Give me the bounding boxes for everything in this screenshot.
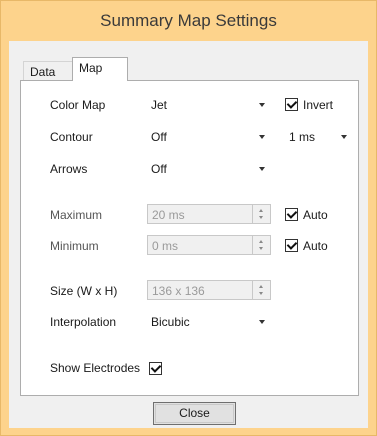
size-spinbox[interactable]: 136 x 136 [147,280,271,300]
size-label: Size (W x H) [50,284,118,298]
minimum-auto-checkbox[interactable] [285,239,298,252]
size-value: 136 x 136 [152,284,205,298]
show-electrodes-label: Show Electrodes [50,361,141,375]
arrows-value: Off [151,162,167,176]
chevron-down-icon [259,135,265,139]
color-map-dropdown[interactable]: Jet [147,95,271,115]
chevron-down-icon [259,167,265,171]
tab-data[interactable]: Data [23,61,73,80]
spin-down-icon [259,247,263,250]
show-electrodes-checkbox[interactable] [149,362,162,375]
spin-up-icon [259,285,263,288]
contour-dropdown[interactable]: Off [147,127,271,147]
spin-buttons[interactable] [252,205,270,223]
minimum-spinbox[interactable]: 0 ms [147,235,271,255]
settings-window: Summary Map Settings Data Map Color Map … [0,0,377,436]
chevron-down-icon [341,135,347,139]
invert-label: Invert [303,98,334,112]
window-title: Summary Map Settings [100,11,277,30]
spin-down-icon [259,292,263,295]
map-tab-panel: Color Map Jet Invert Contour Off 1 ms Ar… [20,80,359,396]
minimum-label: Minimum [50,239,99,253]
contour-label: Contour [50,130,93,144]
spin-buttons[interactable] [252,236,270,254]
maximum-spinbox[interactable]: 20 ms [147,204,271,224]
contour-value: Off [151,130,167,144]
dialog-client-area: Data Map Color Map Jet Invert Contour Of… [9,41,368,428]
arrows-label: Arrows [50,162,88,176]
spin-buttons[interactable] [252,281,270,299]
close-button[interactable]: Close [153,402,236,425]
interpolation-label: Interpolation [50,315,117,329]
maximum-label: Maximum [50,208,103,222]
minimum-auto-label: Auto [303,239,328,253]
spin-up-icon [259,209,263,212]
chevron-down-icon [259,320,265,324]
tab-map[interactable]: Map [72,57,128,81]
color-map-value: Jet [151,98,168,112]
color-map-label: Color Map [50,98,106,112]
arrows-dropdown[interactable]: Off [147,159,271,179]
maximum-auto-checkbox[interactable] [285,208,298,221]
minimum-value: 0 ms [152,239,179,253]
contour-interval-dropdown[interactable]: 1 ms [285,127,353,147]
maximum-value: 20 ms [152,208,185,222]
maximum-auto-label: Auto [303,208,328,222]
contour-interval-value: 1 ms [289,130,316,144]
invert-checkbox[interactable] [285,98,298,111]
chevron-down-icon [259,103,265,107]
interpolation-dropdown[interactable]: Bicubic [147,312,271,332]
interpolation-value: Bicubic [151,315,190,329]
spin-up-icon [259,240,263,243]
spin-down-icon [259,216,263,219]
